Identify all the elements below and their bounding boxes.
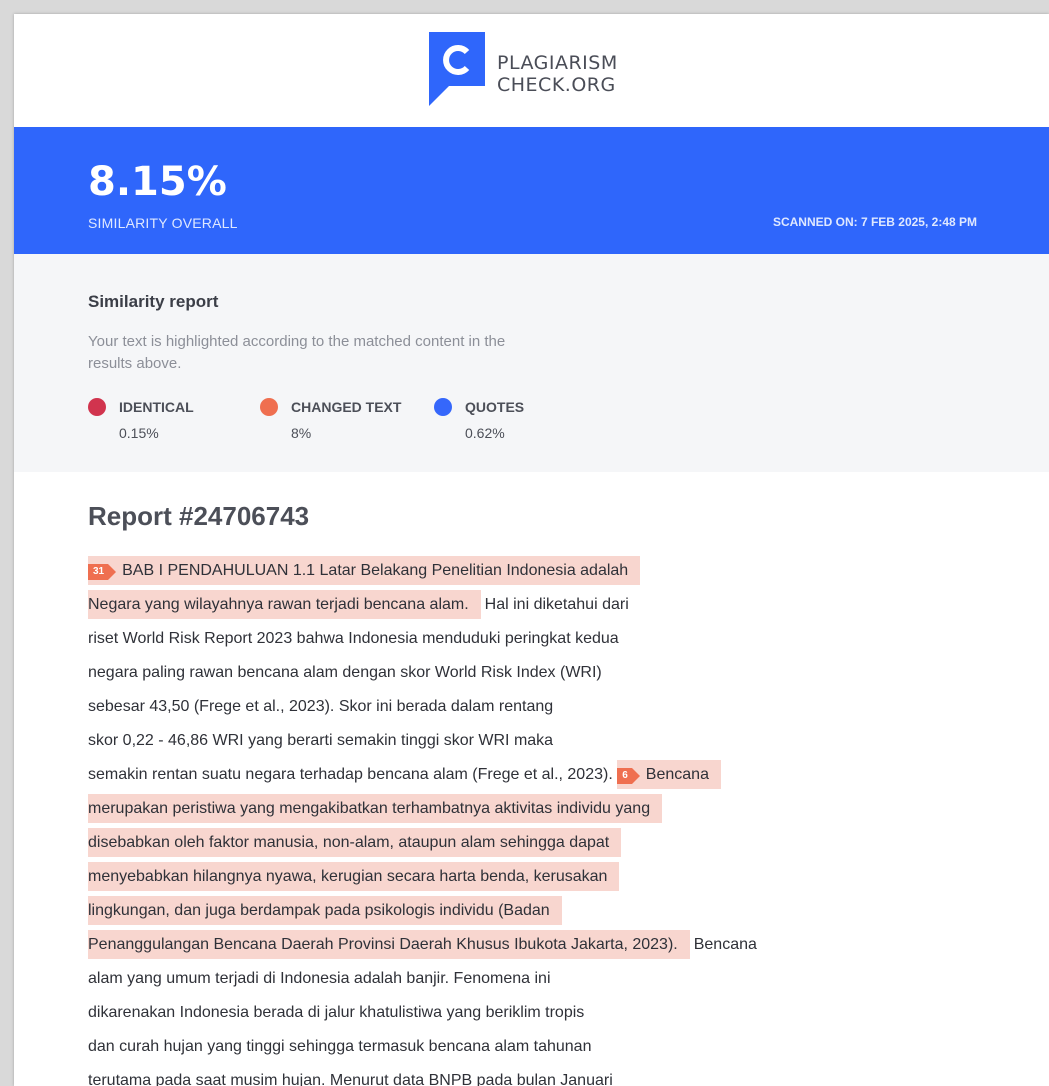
legend-description: Your text is highlighted according to th… <box>88 333 506 372</box>
text-line: riset World Risk Report 2023 bahwa Indon… <box>88 622 938 656</box>
text-line: lingkungan, dan juga berdampak pada psik… <box>88 894 938 928</box>
highlighted-match[interactable]: lingkungan, dan juga berdampak pada psik… <box>88 896 562 925</box>
text-line: menyebabkan hilangnya nyawa, kerugian se… <box>88 860 938 894</box>
brand-name: PLAGIARISM CHECK.ORG <box>497 52 618 96</box>
highlighted-match[interactable]: merupakan peristiwa yang mengakibatkan t… <box>88 794 663 823</box>
similarity-percentage: 8.15% <box>88 159 227 205</box>
matched-text: BAB I PENDAHULUAN 1.1 Latar Belakang Pen… <box>122 562 629 579</box>
report-title: Report #24706743 <box>88 501 310 531</box>
plain-text: riset World Risk Report 2023 bahwa Indon… <box>88 630 619 647</box>
plain-text: sebesar 43,50 (Frege et al., 2023). Skor… <box>88 698 554 715</box>
plain-text: dan curah hujan yang tinggi sehingga ter… <box>88 1038 592 1055</box>
report-body: 31 BAB I PENDAHULUAN 1.1 Latar Belakang P… <box>88 554 938 1086</box>
plain-text: terutama pada saat musim hujan. Menurut … <box>88 1072 613 1086</box>
matched-text: Negara yang wilayahnya rawan terjadi ben… <box>88 596 469 613</box>
changed-text-dot-icon <box>260 398 278 416</box>
similarity-banner: 8.15% SIMILARITY OVERALL SCANNED ON: 7 F… <box>14 127 1049 254</box>
quotes-dot-icon <box>434 398 452 416</box>
highlighted-match[interactable]: Negara yang wilayahnya rawan terjadi ben… <box>88 590 481 619</box>
text-line: semakin rentan suatu negara terhadap ben… <box>88 758 938 792</box>
matched-text: Bencana <box>645 766 709 783</box>
plain-text: negara paling rawan bencana alam dengan … <box>88 664 602 681</box>
matched-text: Penanggulangan Bencana Daerah Provinsi D… <box>88 936 678 953</box>
legend-item-value: 0.62% <box>465 425 505 441</box>
matched-text: disebabkan oleh faktor manusia, non-alam… <box>88 834 610 851</box>
match-source-badge: 31 <box>88 564 117 580</box>
text-line: disebabkan oleh faktor manusia, non-alam… <box>88 826 938 860</box>
matched-text: menyebabkan hilangnya nyawa, kerugian se… <box>88 868 608 885</box>
plain-text: Bencana <box>693 936 757 953</box>
highlighted-match[interactable]: 31 BAB I PENDAHULUAN 1.1 Latar Belakang P… <box>88 556 641 585</box>
text-line: Penanggulangan Bencana Daerah Provinsi D… <box>88 928 938 962</box>
plain-text: semakin rentan suatu negara terhadap ben… <box>88 766 613 783</box>
text-line: terutama pada saat musim hujan. Menurut … <box>88 1064 938 1086</box>
highlighted-match[interactable]: menyebabkan hilangnya nyawa, kerugian se… <box>88 862 620 891</box>
highlighted-match[interactable]: disebabkan oleh faktor manusia, non-alam… <box>88 828 622 857</box>
similarity-label: SIMILARITY OVERALL <box>88 215 238 231</box>
report-page: PLAGIARISM CHECK.ORG 8.15% SIMILARITY OV… <box>14 14 1049 1086</box>
legend-item-value: 8% <box>291 425 312 441</box>
text-line: merupakan peristiwa yang mengakibatkan t… <box>88 792 938 826</box>
legend-item-name: QUOTES <box>465 399 525 415</box>
text-line: dikarenakan Indonesia berada di jalur kh… <box>88 996 938 1030</box>
matched-text: lingkungan, dan juga berdampak pada psik… <box>88 902 550 919</box>
plain-text: Hal ini diketahui dari <box>484 596 629 613</box>
text-line: alam yang umum terjadi di Indonesia adal… <box>88 962 938 996</box>
legend-item-name: IDENTICAL <box>119 399 194 415</box>
brand-line-1: PLAGIARISM <box>497 52 618 74</box>
highlighted-match[interactable]: Penanggulangan Bencana Daerah Provinsi D… <box>88 930 690 959</box>
highlighted-match[interactable]: 6 Bencana <box>617 760 721 789</box>
brand-line-2: CHECK.ORG <box>497 74 616 96</box>
match-source-badge: 6 <box>617 768 640 784</box>
plain-text: skor 0,22 - 46,86 WRI yang berarti semak… <box>88 732 554 749</box>
text-line: dan curah hujan yang tinggi sehingga ter… <box>88 1030 938 1064</box>
logo-c-icon <box>429 32 485 106</box>
text-line: sebesar 43,50 (Frege et al., 2023). Skor… <box>88 690 938 724</box>
scanned-date: SCANNED ON: 7 FEB 2025, 2:48 PM <box>772 215 977 229</box>
legend-title: Similarity report <box>88 292 219 311</box>
plain-text: alam yang umum terjadi di Indonesia adal… <box>88 970 551 987</box>
text-line: skor 0,22 - 46,86 WRI yang berarti semak… <box>88 724 938 758</box>
similarity-legend: Similarity report Your text is highlight… <box>14 254 1049 472</box>
legend-item-name: CHANGED TEXT <box>291 399 402 415</box>
text-line: Negara yang wilayahnya rawan terjadi ben… <box>88 588 938 622</box>
text-line: 31 BAB I PENDAHULUAN 1.1 Latar Belakang P… <box>88 554 938 588</box>
plain-text: dikarenakan Indonesia berada di jalur kh… <box>88 1004 585 1021</box>
text-line: negara paling rawan bencana alam dengan … <box>88 656 938 690</box>
legend-item-value: 0.15% <box>119 425 159 441</box>
matched-text: merupakan peristiwa yang mengakibatkan t… <box>88 800 651 817</box>
identical-dot-icon <box>88 398 106 416</box>
